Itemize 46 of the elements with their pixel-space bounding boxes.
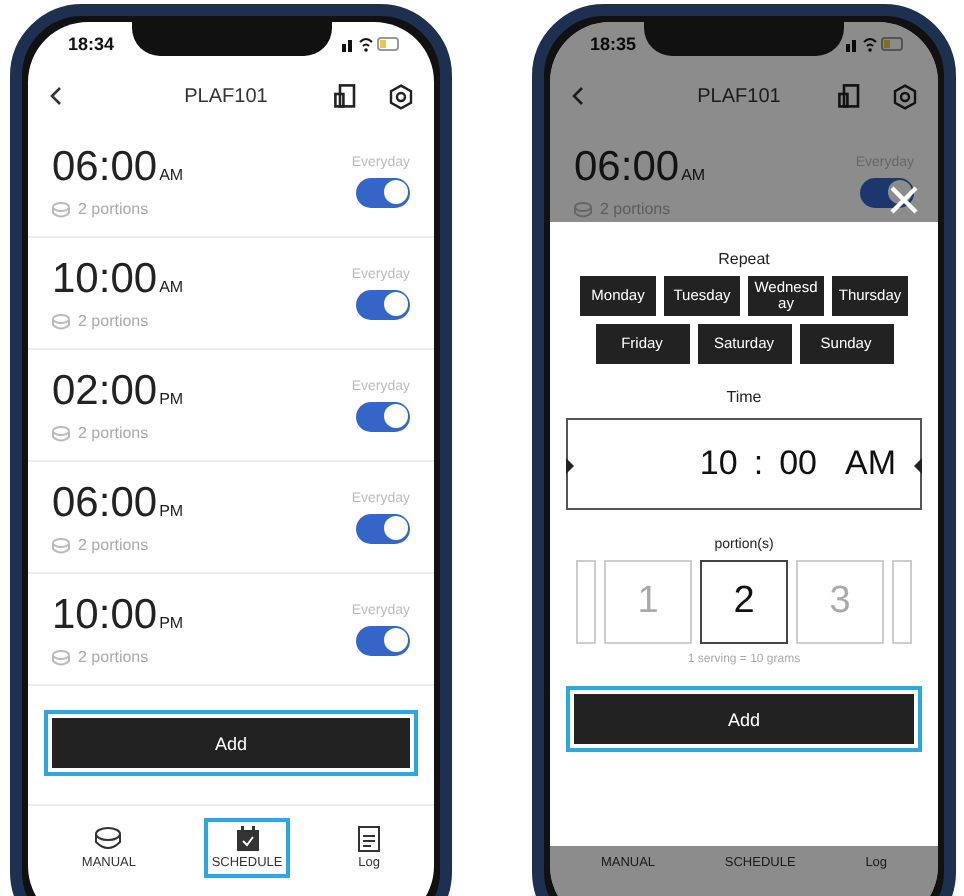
device-icon[interactable] <box>334 84 356 108</box>
toggle-switch[interactable] <box>356 625 410 655</box>
status-time: 18:35 <box>590 34 637 54</box>
alarm-time: 06:00AM <box>574 144 706 192</box>
alarm-time: 06:00AM <box>52 144 184 192</box>
arrow-icon <box>566 458 574 474</box>
portion-count: 2 portions <box>78 536 149 554</box>
bowl-icon <box>574 201 592 217</box>
alarm-time: 10:00 PM <box>52 592 184 640</box>
toggle-switch[interactable] <box>356 401 410 431</box>
bowl-icon <box>52 425 70 441</box>
status-icons <box>342 36 402 52</box>
bowl-icon <box>94 826 123 852</box>
portion-count: 2 portions <box>78 648 149 666</box>
alarm-time: 10:00AM <box>52 256 184 304</box>
settings-icon[interactable] <box>388 83 414 109</box>
bowl-icon <box>52 313 70 329</box>
back-icon[interactable] <box>570 86 584 106</box>
portion-option <box>576 560 596 644</box>
portion-count: 2 portions <box>78 200 149 218</box>
calendar-check-icon <box>235 826 260 852</box>
portion-option[interactable]: 2 <box>700 560 788 644</box>
screen-title: PLAF101 <box>695 85 783 107</box>
repeat-label: Repeat <box>718 250 770 268</box>
time-picker[interactable]: 10 : 00 AM <box>566 418 922 510</box>
portion-option <box>892 560 912 644</box>
bowl-icon <box>52 649 70 665</box>
document-icon <box>358 826 381 852</box>
toggle-switch[interactable] <box>356 177 410 207</box>
add-button[interactable]: Add <box>574 694 914 744</box>
status-icons <box>846 36 906 52</box>
screen-title: PLAF101 <box>182 85 270 107</box>
toggle-switch[interactable] <box>356 289 410 319</box>
add-button[interactable]: Add <box>52 718 410 768</box>
bowl-icon <box>52 201 70 217</box>
bowl-icon <box>52 537 70 553</box>
toggle-switch[interactable] <box>356 513 410 543</box>
portion-count: 2 portions <box>78 424 149 442</box>
status-time: 18:34 <box>68 34 115 54</box>
close-icon[interactable] <box>886 182 922 218</box>
arrow-icon <box>914 458 922 474</box>
time-label: Time <box>726 388 762 406</box>
alarm-time: 02:00 PM <box>52 368 184 416</box>
portion-count: 2 portions <box>78 312 149 330</box>
back-icon[interactable] <box>48 86 62 106</box>
alarm-time: 06:00 PM <box>52 480 184 528</box>
